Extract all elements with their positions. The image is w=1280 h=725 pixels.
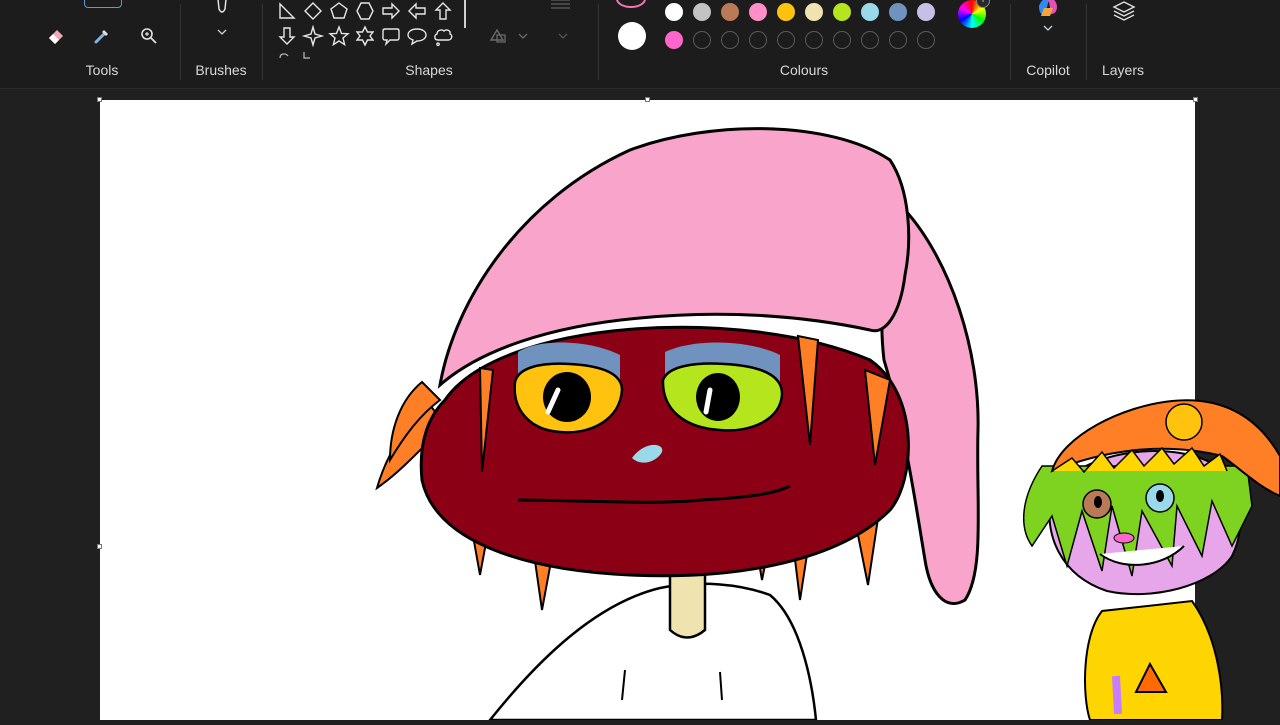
custom-colour-slot[interactable] xyxy=(917,31,935,49)
secondary-colour-button[interactable] xyxy=(618,22,646,50)
face xyxy=(419,325,910,578)
group-label-brushes: Brushes xyxy=(195,62,247,78)
arrow-up-shape[interactable] xyxy=(432,0,454,22)
pupil-left xyxy=(543,372,591,422)
custom-colour-slot[interactable] xyxy=(749,31,767,49)
magnifier-icon xyxy=(141,28,157,44)
group-label-shapes: Shapes xyxy=(405,62,453,78)
copilot-icon xyxy=(1039,0,1057,16)
arrow-left-shape[interactable] xyxy=(406,0,428,22)
diamond-shape[interactable] xyxy=(302,0,324,22)
sticker-pupil xyxy=(1156,490,1164,502)
ribbon: Tools Brushes Shapes + Colours Copilot L… xyxy=(0,0,1280,89)
resize-handle[interactable] xyxy=(1193,97,1198,102)
separator xyxy=(1010,4,1011,80)
copilot-button[interactable] xyxy=(1034,0,1062,22)
group-label-tools: Tools xyxy=(85,62,119,78)
edit-colours-button[interactable]: + xyxy=(958,0,990,28)
colour-swatch[interactable] xyxy=(777,3,795,21)
custom-colour-slot[interactable] xyxy=(777,31,795,49)
more-shapes-row[interactable] xyxy=(276,50,316,60)
colour-swatch[interactable] xyxy=(917,3,935,21)
custom-colour-slot[interactable] xyxy=(833,31,851,49)
colour-swatch[interactable] xyxy=(889,3,907,21)
cloud-callout-shape[interactable] xyxy=(432,25,454,47)
separator xyxy=(598,4,599,80)
sticker-arm xyxy=(1112,675,1122,715)
pupil-right xyxy=(696,373,740,421)
resize-handle[interactable] xyxy=(97,544,102,549)
shape-outline-icon xyxy=(489,28,506,43)
separator xyxy=(262,4,263,80)
chevron-down-icon xyxy=(217,29,227,35)
pentagon-shape[interactable] xyxy=(328,0,350,22)
eraser-button[interactable] xyxy=(42,22,70,50)
group-label-copilot: Copilot xyxy=(1026,62,1070,78)
colour-swatch[interactable] xyxy=(749,3,767,21)
colour-swatch[interactable] xyxy=(805,3,823,21)
colour-swatch[interactable] xyxy=(861,3,879,21)
rounded-callout-shape[interactable] xyxy=(380,25,402,47)
four-point-star-shape[interactable] xyxy=(302,25,324,47)
shirt-outline xyxy=(487,582,818,722)
five-point-star-shape[interactable] xyxy=(328,25,350,47)
separator xyxy=(1086,4,1087,80)
colour-swatch[interactable] xyxy=(721,3,739,21)
group-label-layers: Layers xyxy=(1101,62,1145,78)
add-icon: + xyxy=(976,0,990,8)
chevron-down-icon[interactable] xyxy=(1043,24,1053,32)
layers-icon xyxy=(1112,1,1136,21)
chevron-down-icon[interactable] xyxy=(518,32,528,40)
resize-handle[interactable] xyxy=(645,97,650,102)
sticker-shirt xyxy=(1084,599,1224,720)
primary-colour-button[interactable] xyxy=(616,0,646,8)
right-triangle-shape[interactable] xyxy=(276,0,298,22)
fill-button[interactable] xyxy=(548,0,574,14)
shapes-scrollbar[interactable] xyxy=(464,0,466,28)
chevron-down-icon[interactable] xyxy=(558,32,568,40)
colour-swatch[interactable] xyxy=(665,31,683,49)
custom-colour-slot[interactable] xyxy=(889,31,907,49)
separator xyxy=(180,4,181,80)
outline-button[interactable] xyxy=(488,26,508,46)
resize-handle[interactable] xyxy=(97,97,102,102)
brushes-dropdown[interactable] xyxy=(208,18,236,46)
color-picker-icon xyxy=(94,30,108,44)
arrow-down-shape[interactable] xyxy=(276,25,298,47)
colour-swatch[interactable] xyxy=(665,3,683,21)
oval-callout-shape[interactable] xyxy=(406,25,428,47)
arrow-right-shape[interactable] xyxy=(380,0,402,22)
selection-tool-button[interactable] xyxy=(84,0,122,8)
sticker-pupil xyxy=(1094,496,1102,508)
colour-swatch[interactable] xyxy=(693,3,711,21)
group-label-colours: Colours xyxy=(779,62,829,78)
six-point-star-shape[interactable] xyxy=(354,25,376,47)
custom-colour-slot[interactable] xyxy=(693,31,711,49)
custom-colour-slot[interactable] xyxy=(721,31,739,49)
color-picker-button[interactable] xyxy=(88,22,116,50)
sticker-pumpkin-icon xyxy=(1165,403,1203,441)
neck xyxy=(668,568,707,639)
colour-swatch[interactable] xyxy=(833,3,851,21)
sticker-nose xyxy=(1113,532,1135,544)
sticker-character xyxy=(1022,399,1280,720)
shape-fill-icon xyxy=(551,0,570,9)
eraser-icon xyxy=(49,30,63,44)
custom-colour-slot[interactable] xyxy=(805,31,823,49)
custom-colour-slot[interactable] xyxy=(861,31,879,49)
magnifier-button[interactable] xyxy=(135,22,163,50)
layers-button[interactable] xyxy=(1110,0,1138,26)
hexagon-shape[interactable] xyxy=(354,0,376,22)
